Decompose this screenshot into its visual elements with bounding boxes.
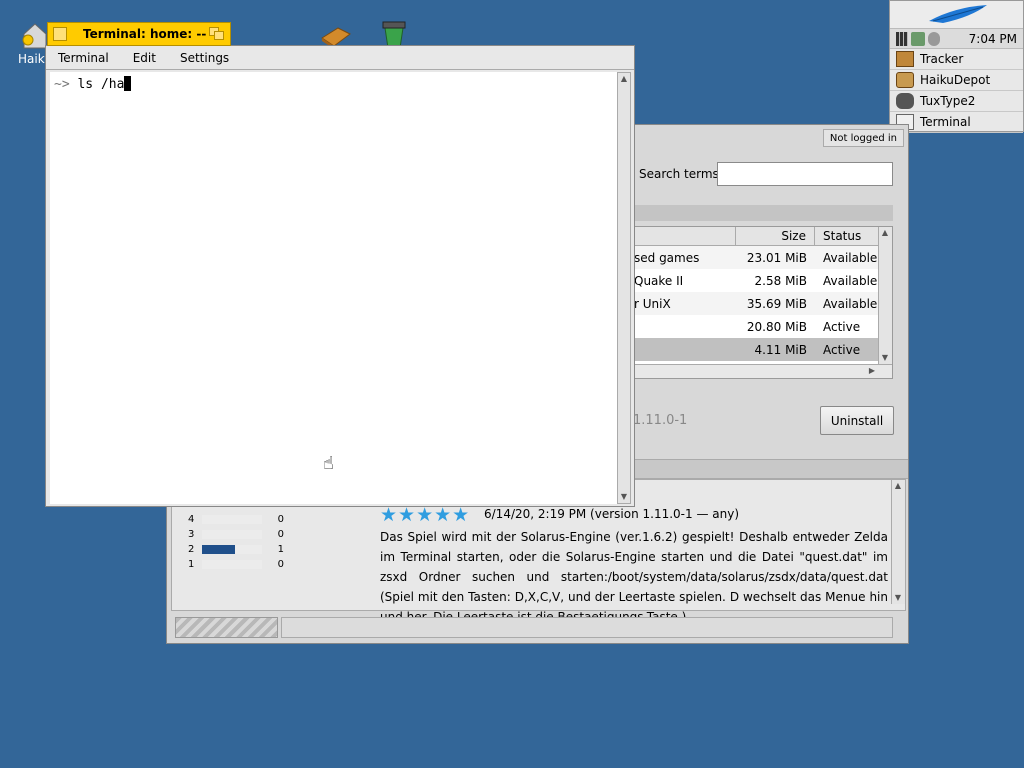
rating-count: 0 (277, 559, 284, 570)
terminal-prompt: ~> (54, 77, 70, 92)
table-header: Size Status (634, 227, 892, 246)
rating-row: 3 0 (188, 527, 284, 542)
deskbar-app-tracker[interactable]: Tracker (890, 49, 1023, 70)
rating-row: 2 1 (188, 542, 284, 557)
user-review: ★★★★★ 6/14/20, 2:19 PM (version 1.11.0-1… (380, 504, 888, 627)
cell-status: Active (823, 342, 861, 357)
col-status-header[interactable]: Status (815, 227, 875, 245)
filter-bar (633, 205, 893, 221)
deskbar: 7:04 PM Tracker HaikuDepot TuxType2 Term… (889, 0, 1024, 133)
review-text: Das Spiel wird mit der Solarus-Engine (v… (380, 530, 888, 624)
terminal-text-area[interactable]: ~> ls /ha (50, 72, 617, 504)
review-vscrollbar[interactable]: ▲ ▼ (891, 480, 905, 604)
rating-stars: 1 (188, 559, 195, 570)
cell-size: 4.11 MiB (754, 342, 807, 357)
scroll-up-arrow-icon[interactable]: ▲ (879, 227, 891, 239)
search-input[interactable] (717, 162, 893, 186)
haiku-leaf-menu[interactable] (890, 1, 1023, 29)
haikudepot-icon (896, 72, 914, 88)
deskbar-tray: 7:04 PM (890, 29, 1023, 49)
media-icon[interactable] (928, 31, 940, 46)
rating-histogram: 4 0 3 0 2 1 1 0 (188, 512, 284, 572)
network-icon[interactable] (911, 31, 925, 46)
rating-bar (202, 530, 262, 539)
table-row[interactable]: r UniX 35.69 MiB Available (634, 292, 892, 315)
cell-status: Available (823, 250, 878, 265)
cell-name: Quake II (634, 273, 684, 288)
hand-cursor-icon: ☝ (323, 453, 334, 474)
uninstall-button[interactable]: Uninstall (820, 406, 894, 435)
table-row[interactable]: Quake II 2.58 MiB Available (634, 269, 892, 292)
terminal-command: ls /ha (69, 77, 125, 92)
rating-bar (202, 560, 262, 569)
table-hscrollbar[interactable]: ▶ (634, 364, 892, 378)
deskbar-app-haikudepot[interactable]: HaikuDepot (890, 70, 1023, 91)
deskbar-app-label: Terminal (920, 115, 971, 129)
rating-count: 0 (277, 529, 284, 540)
cell-name: r UniX (634, 296, 671, 311)
rating-bar (202, 545, 262, 554)
terminal-window: Terminal Edit Settings ~> ls /ha ▲ ▼ (45, 45, 635, 507)
menu-bar: Terminal Edit Settings (46, 46, 634, 70)
tuxtype-icon (896, 93, 914, 109)
scroll-down-arrow-icon[interactable]: ▼ (892, 592, 904, 604)
terminal-title-tab[interactable]: Terminal: home: -- (47, 22, 231, 46)
deskbar-app-tuxtype2[interactable]: TuxType2 (890, 91, 1023, 112)
rating-bar (202, 515, 262, 524)
login-status[interactable]: Not logged in (822, 129, 904, 147)
rating-bar-fill (202, 545, 235, 554)
package-version: 1.11.0-1 (633, 413, 688, 428)
scroll-down-arrow-icon[interactable]: ▼ (618, 491, 630, 503)
search-label: Search terms: (639, 167, 723, 181)
text-cursor (124, 76, 132, 91)
table-row[interactable]: sed games 23.01 MiB Available (634, 246, 892, 269)
tracker-icon (896, 51, 914, 67)
cell-size: 2.58 MiB (754, 273, 807, 288)
menu-terminal[interactable]: Terminal (46, 51, 121, 65)
cpu-monitor-icon[interactable] (896, 31, 908, 46)
table-vscrollbar[interactable]: ▲ ▼ (878, 227, 892, 378)
cell-size: 20.80 MiB (746, 319, 807, 334)
scroll-down-arrow-icon[interactable]: ▼ (879, 352, 891, 364)
rating-stars: 3 (188, 529, 195, 540)
rating-row: 1 0 (188, 557, 284, 572)
deskbar-app-label: Tracker (920, 52, 964, 66)
rating-row: 4 0 (188, 512, 284, 527)
cell-size: 23.01 MiB (746, 250, 807, 265)
package-table: Size Status sed games 23.01 MiB Availabl… (633, 226, 893, 379)
window-title: Terminal: home: -- (83, 27, 207, 41)
col-name-header[interactable] (634, 227, 736, 245)
tray-icons (896, 31, 940, 46)
table-body: sed games 23.01 MiB Available Quake II 2… (634, 246, 892, 361)
cell-status: Available (823, 296, 878, 311)
zoom-icon[interactable] (209, 27, 225, 41)
col-size-header[interactable]: Size (736, 227, 815, 245)
rating-count: 0 (277, 514, 284, 525)
scroll-right-arrow-icon[interactable]: ▶ (866, 365, 878, 377)
leaf-icon (928, 4, 987, 23)
table-row-selected[interactable]: 4.11 MiB Active (634, 338, 892, 361)
rating-stars: 2 (188, 544, 195, 555)
clock[interactable]: 7:04 PM (969, 32, 1017, 46)
cell-status: Active (823, 319, 861, 334)
table-row[interactable]: 20.80 MiB Active (634, 315, 892, 338)
review-stars-icon: ★★★★★ (380, 504, 471, 526)
progress-indicator (175, 617, 278, 638)
cell-size: 35.69 MiB (746, 296, 807, 311)
cell-name: sed games (634, 250, 700, 265)
review-date: 6/14/20, 2:19 PM (version 1.11.0-1 — any… (484, 507, 740, 521)
menu-settings[interactable]: Settings (168, 51, 241, 65)
scroll-up-arrow-icon[interactable]: ▲ (892, 480, 904, 492)
scroll-up-arrow-icon[interactable]: ▲ (618, 73, 630, 85)
rating-count: 1 (277, 544, 284, 555)
cell-status: Available (823, 273, 878, 288)
close-icon[interactable] (53, 27, 67, 41)
deskbar-app-label: TuxType2 (920, 94, 976, 108)
deskbar-app-label: HaikuDepot (920, 73, 991, 87)
menu-edit[interactable]: Edit (121, 51, 168, 65)
terminal-vscrollbar[interactable]: ▲ ▼ (617, 72, 631, 504)
status-bar (281, 617, 893, 638)
deskbar-app-terminal[interactable]: Terminal (890, 112, 1023, 133)
rating-stars: 4 (188, 514, 195, 525)
